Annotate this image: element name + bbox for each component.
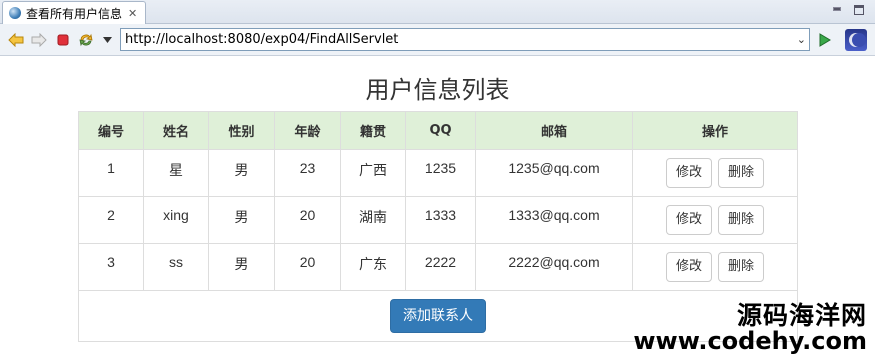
- editor-tab-bar: 查看所有用户信息 ✕: [0, 0, 875, 24]
- delete-button[interactable]: 删除: [717, 252, 764, 282]
- cell-hometown: 广西: [340, 149, 406, 197]
- site-watermark: 源码海洋网 www.codehy.com: [633, 300, 867, 355]
- cell-name: 星: [143, 149, 209, 197]
- back-arrow-icon[interactable]: [8, 32, 24, 48]
- address-bar[interactable]: http://localhost:8080/exp04/FindAllServl…: [120, 28, 810, 51]
- address-dropdown-icon[interactable]: ⌄: [797, 29, 806, 50]
- close-tab-icon[interactable]: ✕: [128, 7, 137, 20]
- cell-hometown: 广东: [340, 243, 406, 291]
- cell-id: 1: [78, 149, 144, 197]
- browser-tab[interactable]: 查看所有用户信息 ✕: [2, 1, 146, 24]
- cell-gender: 男: [208, 243, 275, 291]
- toolbar-menu-dropdown-icon[interactable]: [99, 32, 115, 48]
- cell-age: 23: [274, 149, 341, 197]
- page-title: 用户信息列表: [365, 76, 510, 104]
- tab-title: 查看所有用户信息: [26, 6, 123, 21]
- browser-window: 查看所有用户信息 ✕ http://localhost:8080/exp04/F…: [0, 0, 875, 358]
- delete-button[interactable]: 删除: [717, 205, 764, 235]
- col-header-hometown: 籍贯: [340, 111, 406, 150]
- address-url: http://localhost:8080/exp04/FindAllServl…: [125, 32, 399, 47]
- refresh-icon[interactable]: [78, 32, 94, 48]
- table-row: 2 xing 男 20 湖南 1333 1333@qq.com 修改 删除: [78, 196, 798, 244]
- col-header-id: 编号: [78, 111, 144, 150]
- cell-id: 2: [78, 196, 144, 244]
- col-header-actions: 操作: [632, 111, 798, 150]
- window-controls: [831, 4, 865, 16]
- cell-actions: 修改 删除: [632, 149, 798, 197]
- globe-icon: [9, 7, 21, 19]
- edit-button[interactable]: 修改: [666, 252, 713, 282]
- cell-name: xing: [143, 196, 209, 244]
- cell-qq: 1235: [405, 149, 476, 197]
- cell-age: 20: [274, 196, 341, 244]
- col-header-qq: QQ: [405, 111, 476, 150]
- cell-gender: 男: [208, 196, 275, 244]
- eclipse-logo-icon: [845, 29, 867, 51]
- table-header-row: 编号 姓名 性别 年龄 籍贯 QQ 邮箱 操作: [78, 111, 798, 150]
- add-contact-button[interactable]: 添加联系人: [390, 299, 486, 333]
- stop-icon[interactable]: [55, 32, 71, 48]
- cell-hometown: 湖南: [340, 196, 406, 244]
- col-header-name: 姓名: [143, 111, 209, 150]
- forward-arrow-icon[interactable]: [31, 32, 47, 48]
- cell-qq: 1333: [405, 196, 476, 244]
- delete-button[interactable]: 删除: [717, 158, 764, 188]
- watermark-url: www.codehy.com: [633, 326, 867, 355]
- minimize-icon[interactable]: [831, 4, 843, 16]
- col-header-gender: 性别: [208, 111, 275, 150]
- go-icon[interactable]: [817, 32, 833, 48]
- cell-email: 1333@qq.com: [475, 196, 633, 244]
- watermark-cn: 源码海洋网: [736, 300, 867, 330]
- col-header-age: 年龄: [274, 111, 341, 150]
- cell-qq: 2222: [405, 243, 476, 291]
- cell-email: 2222@qq.com: [475, 243, 633, 291]
- cell-gender: 男: [208, 149, 275, 197]
- table-row: 3 ss 男 20 广东 2222 2222@qq.com 修改 删除: [78, 243, 798, 291]
- table-row: 1 星 男 23 广西 1235 1235@qq.com 修改 删除: [78, 149, 798, 197]
- cell-actions: 修改 删除: [632, 196, 798, 244]
- maximize-icon[interactable]: [853, 4, 865, 16]
- col-header-email: 邮箱: [475, 111, 633, 150]
- browser-toolbar: http://localhost:8080/exp04/FindAllServl…: [0, 24, 875, 56]
- edit-button[interactable]: 修改: [666, 205, 713, 235]
- cell-name: ss: [143, 243, 209, 291]
- cell-age: 20: [274, 243, 341, 291]
- cell-actions: 修改 删除: [632, 243, 798, 291]
- cell-id: 3: [78, 243, 144, 291]
- edit-button[interactable]: 修改: [666, 158, 713, 188]
- cell-email: 1235@qq.com: [475, 149, 633, 197]
